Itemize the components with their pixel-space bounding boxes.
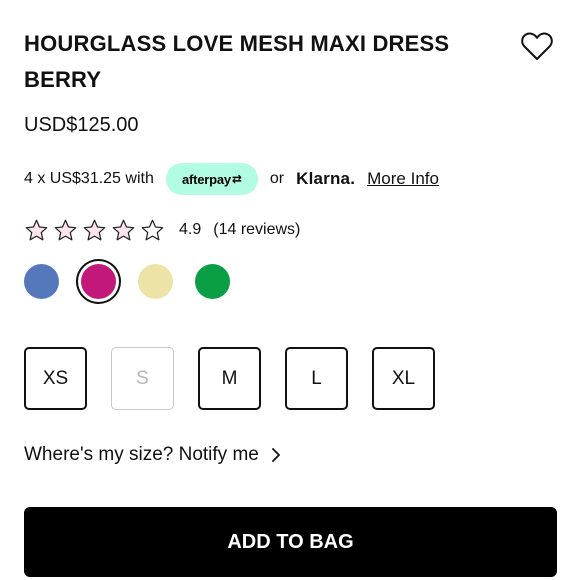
heart-icon[interactable] <box>520 30 554 62</box>
afterpay-arrows-icon: ⇄ <box>231 172 242 186</box>
product-title: HOURGLASS LOVE MESH MAXI DRESS BERRY <box>24 31 450 92</box>
klarna-logo: Klarna. <box>296 169 356 188</box>
size-option-m[interactable]: M <box>198 347 261 410</box>
afterpay-badge[interactable]: afterpay ⇄ <box>165 163 258 195</box>
product-price: USD$125.00 <box>24 114 139 136</box>
size-selector: XS S M L XL <box>24 347 459 410</box>
size-option-xl[interactable]: XL <box>372 347 435 410</box>
star-rating <box>24 218 165 243</box>
chevron-right-icon <box>271 448 280 462</box>
add-to-bag-button[interactable]: ADD TO BAG <box>24 507 557 577</box>
notify-me-link[interactable]: Where's my size? Notify me <box>24 442 281 468</box>
or-text: or <box>269 170 285 187</box>
rating-row[interactable]: 4.9 (14 reviews) <box>24 216 300 244</box>
star-icon <box>112 219 135 240</box>
star-icon <box>54 219 77 240</box>
size-option-l[interactable]: L <box>285 347 348 410</box>
size-option-xs[interactable]: XS <box>24 347 87 410</box>
reviews-count: (14 reviews) <box>213 221 301 238</box>
notify-label: Where's my size? Notify me <box>24 444 259 465</box>
color-swatch-berry[interactable] <box>81 264 116 299</box>
payment-options: 4 x US$31.25 with afterpay ⇄ or Klarna. … <box>24 163 439 195</box>
color-swatch-cream[interactable] <box>138 264 173 299</box>
rating-value: 4.9 <box>179 221 202 238</box>
size-option-s[interactable]: S <box>111 347 174 410</box>
star-icon <box>83 219 106 240</box>
star-icon <box>25 219 48 240</box>
afterpay-label: afterpay <box>181 171 231 187</box>
color-swatch-green[interactable] <box>195 264 230 299</box>
star-icon <box>141 219 164 240</box>
color-swatch-blue[interactable] <box>24 264 59 299</box>
more-info-link[interactable]: More Info <box>367 169 439 189</box>
color-swatches <box>24 264 252 299</box>
installment-text: 4 x US$31.25 with <box>24 170 154 187</box>
